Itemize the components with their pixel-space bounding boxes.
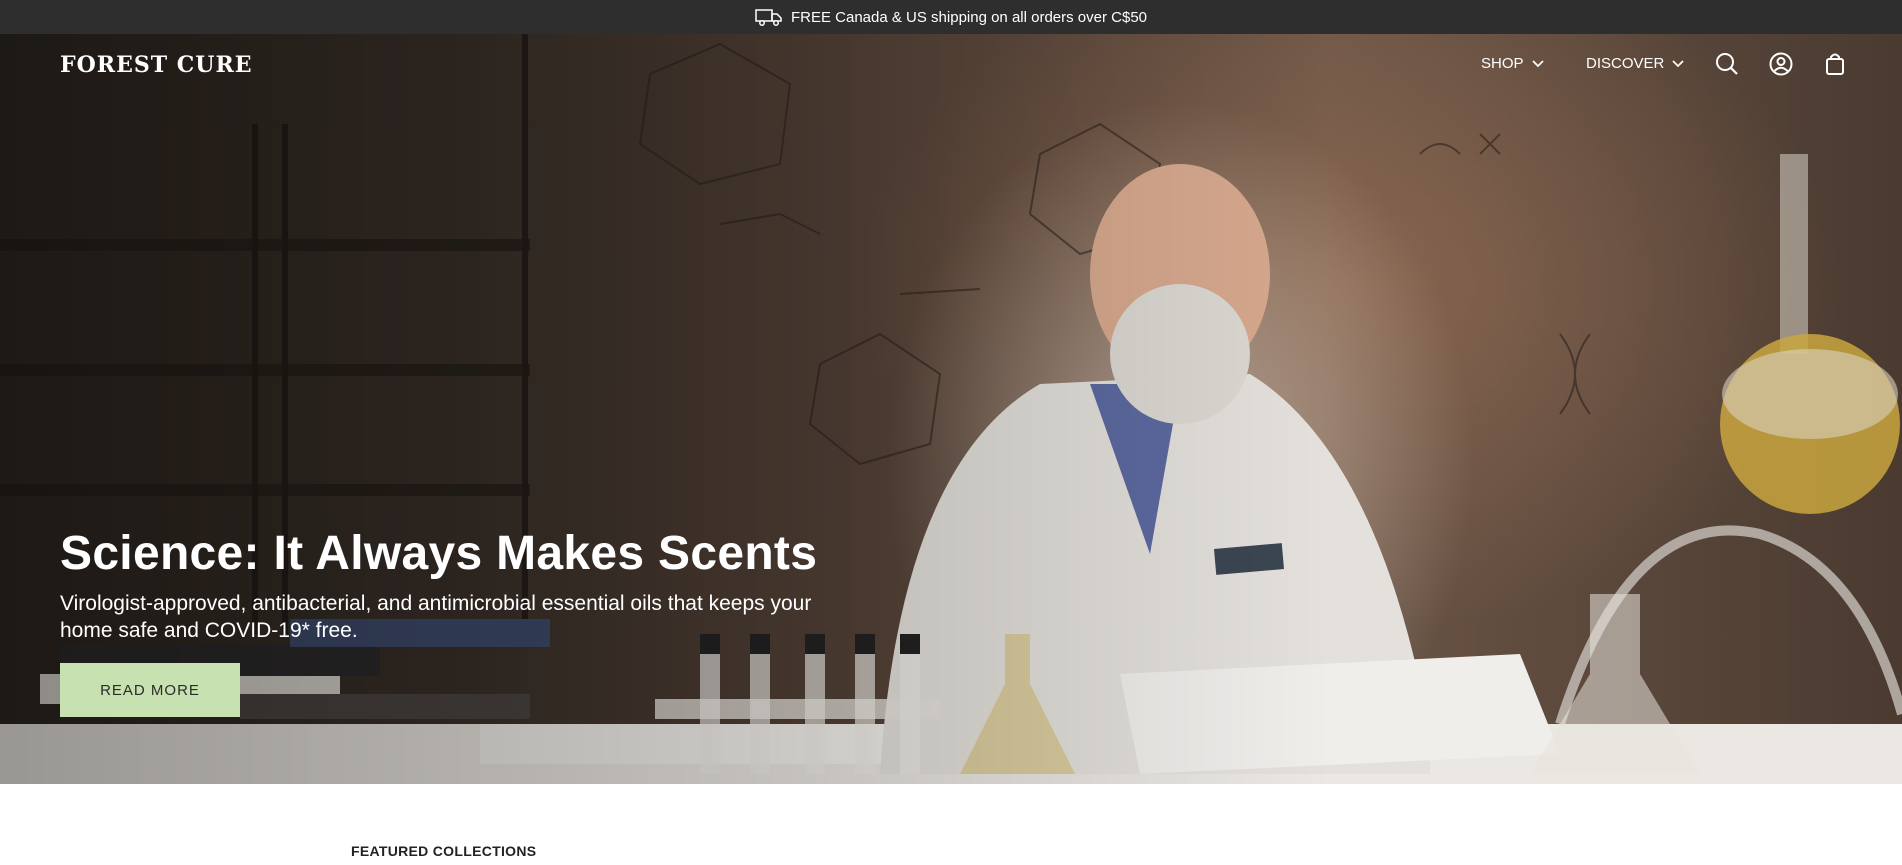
announcement-bar: FREE Canada & US shipping on all orders … [0,0,1902,34]
search-icon[interactable] [1714,51,1740,77]
nav-discover-label: DISCOVER [1586,55,1665,72]
hero-title: Science: It Always Makes Scents [60,527,818,580]
featured-collections-heading: FEATURED COLLECTIONS [351,843,537,859]
nav-shop[interactable]: SHOP [1481,55,1544,72]
hero-overlay [0,34,1902,784]
chevron-down-icon [1531,59,1544,67]
nav-shop-label: SHOP [1481,55,1524,72]
hero-banner [0,34,1902,784]
nav-discover[interactable]: DISCOVER [1586,55,1684,72]
chevron-down-icon [1672,59,1684,67]
truck-icon [755,9,782,26]
account-icon[interactable] [1768,51,1794,77]
site-header: FOREST CURE SHOP DISCOVER [0,34,1902,94]
hero-subtitle: Virologist-approved, antibacterial, and … [60,592,812,642]
site-logo[interactable]: FOREST CURE [60,52,253,78]
cart-icon[interactable] [1822,51,1848,77]
read-more-button[interactable]: READ MORE [60,663,240,717]
announcement-text: FREE Canada & US shipping on all orders … [790,8,1148,26]
